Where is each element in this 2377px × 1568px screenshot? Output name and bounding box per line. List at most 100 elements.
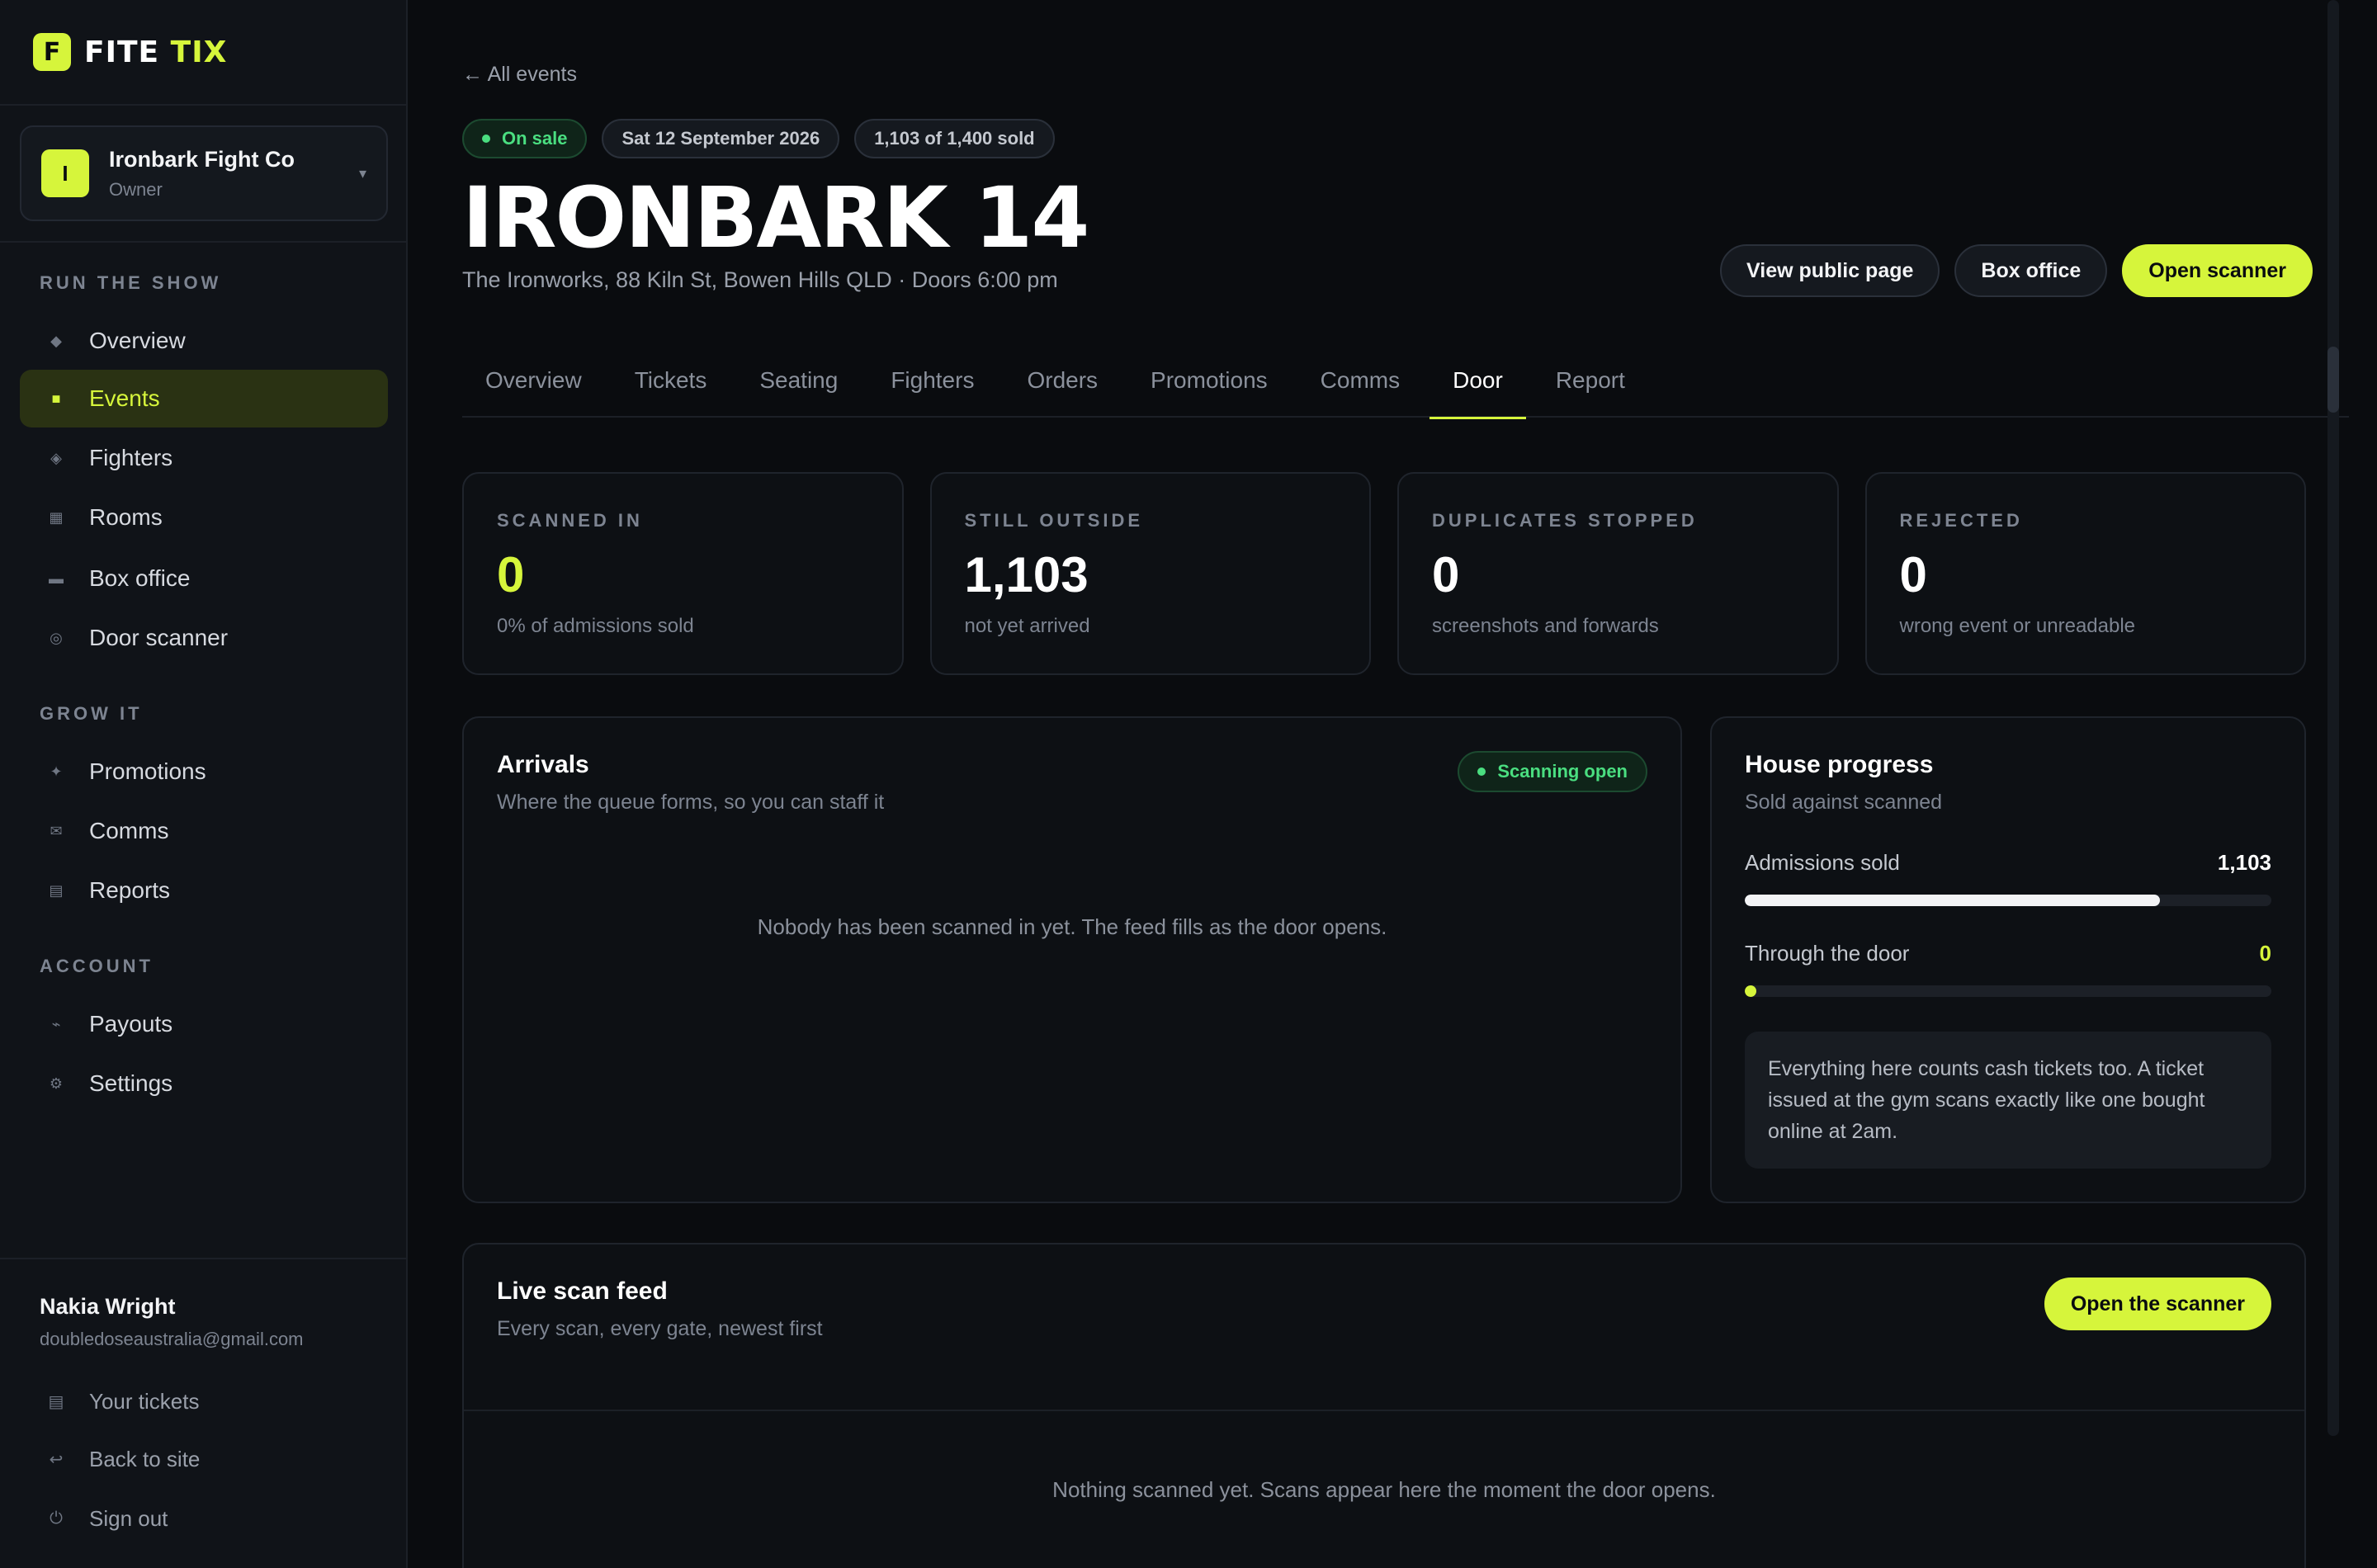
back-to-site-link[interactable]: ↩ Back to site (20, 1434, 388, 1484)
tab-orders[interactable]: Orders (1004, 343, 1121, 418)
sidebar-item-label: Events (89, 385, 160, 411)
admissions-sold-value: 1,103 (2217, 850, 2271, 875)
sidebar-item-reports[interactable]: ▤ Reports (20, 862, 388, 919)
tab-overview[interactable]: Overview (462, 343, 605, 418)
sidebar-item-overview[interactable]: ◆ Overview (20, 312, 388, 370)
sidebar-item-rooms[interactable]: ▦ Rooms (20, 489, 388, 546)
tab-tickets[interactable]: Tickets (612, 343, 730, 418)
card-subtitle: Sold against scanned (1745, 791, 1943, 814)
scrollbar-thumb[interactable] (2327, 347, 2339, 413)
org-name: Ironbark Fight Co (109, 146, 295, 172)
box-office-button[interactable]: Box office (1954, 244, 2108, 297)
sidebar-item-label: Comms (89, 818, 169, 843)
admissions-sold-bar (1745, 895, 2271, 906)
feed-divider (464, 1410, 2304, 1411)
sidebar-divider (0, 1258, 408, 1259)
stat-value: 0 (1432, 547, 1460, 602)
org-switcher[interactable]: I Ironbark Fight Co Owner ▾ (20, 125, 388, 221)
scanner-icon: ◎ (50, 629, 63, 646)
stat-value: 1,103 (964, 547, 1089, 602)
sidebar-item-label: Rooms (89, 504, 163, 530)
tab-comms[interactable]: Comms (1297, 343, 1423, 418)
cash-tickets-note: Everything here counts cash tickets too.… (1745, 1032, 2271, 1169)
sparkle-icon: ✦ (50, 763, 63, 780)
stat-value: 0 (1899, 547, 1927, 602)
back-to-events-link[interactable]: ← All events (462, 63, 577, 87)
through-door-label: Through the door (1745, 941, 1910, 966)
sidebar-item-box-office[interactable]: ▬ Box office (20, 550, 388, 607)
sidebar-item-label: Fighters (89, 445, 173, 470)
ticket-icon: ▤ (48, 1392, 64, 1411)
stat-label: DUPLICATES STOPPED (1432, 510, 1698, 531)
brand-name: FITE TIX (84, 35, 228, 69)
tab-report[interactable]: Report (1533, 343, 1648, 418)
tab-promotions[interactable]: Promotions (1127, 343, 1291, 418)
sidebar-item-settings[interactable]: ⚙ Settings (20, 1055, 388, 1112)
return-icon: ↩ (49, 1450, 64, 1469)
arrivals-empty-message: Nobody has been scanned in yet. The feed… (757, 914, 1387, 939)
status-badge: On sale (462, 119, 588, 158)
tab-seating[interactable]: Seating (736, 343, 861, 418)
sidebar-item-label: Overview (89, 328, 186, 353)
user-email: doubledoseaustralia@gmail.com (40, 1329, 304, 1349)
card-title: Arrivals (497, 751, 589, 778)
sign-out-link[interactable]: ⏻ Sign out (20, 1494, 388, 1543)
rooms-icon: ▦ (49, 508, 64, 526)
your-tickets-link[interactable]: ▤ Your tickets (20, 1377, 388, 1426)
org-role: Owner (109, 178, 163, 200)
stat-sub: not yet arrived (964, 615, 1090, 637)
stat-sub: 0% of admissions sold (497, 615, 694, 637)
open-scanner-button[interactable]: Open scanner (2122, 244, 2313, 297)
stat-duplicates-stopped: DUPLICATES STOPPED 0 screenshots and for… (1397, 472, 1839, 675)
gear-icon: ⚙ (49, 1074, 64, 1092)
open-the-scanner-button[interactable]: Open the scanner (2044, 1278, 2271, 1330)
sidebar-item-comms[interactable]: ✉ Comms (20, 802, 388, 860)
brand-logo[interactable]: F FITE TIX (33, 33, 227, 71)
sidebar-item-events[interactable]: ■ Events (20, 370, 388, 427)
sidebar: F FITE TIX I Ironbark Fight Co Owner ▾ R… (0, 0, 408, 1568)
stat-sub: wrong event or unreadable (1899, 615, 2136, 637)
event-venue: The Ironworks, 88 Kiln St, Bowen Hills Q… (462, 267, 1058, 292)
power-icon: ⏻ (50, 1509, 63, 1528)
through-door-indicator (1745, 985, 1756, 997)
event-tabs: Overview Tickets Seating Fighters Orders… (462, 343, 2349, 419)
admissions-sold-fill (1745, 895, 2160, 906)
tab-door[interactable]: Door (1430, 343, 1526, 419)
nav-section-run: RUN THE SHOW (40, 272, 222, 293)
feed-empty-message: Nothing scanned yet. Scans appear here t… (1052, 1477, 1716, 1502)
sidebar-item-label: Reports (89, 877, 171, 903)
nav-section-account: ACCOUNT (40, 956, 154, 976)
view-public-page-button[interactable]: View public page (1720, 244, 1940, 297)
tab-fighters[interactable]: Fighters (867, 343, 997, 418)
sidebar-item-label: Door scanner (89, 625, 229, 650)
sidebar-divider (0, 104, 408, 106)
mail-icon: ✉ (50, 822, 63, 839)
event-badges: On sale Sat 12 September 2026 1,103 of 1… (462, 119, 1055, 158)
live-scan-feed-card: Live scan feed Every scan, every gate, n… (462, 1243, 2306, 1568)
page-scrollbar[interactable] (2327, 0, 2339, 1436)
sidebar-divider (0, 241, 408, 243)
house-progress-card: House progress Sold against scanned Admi… (1710, 716, 2306, 1203)
sidebar-item-label: Settings (89, 1070, 173, 1096)
main-content: ← All events On sale Sat 12 September 20… (409, 0, 2349, 1568)
sidebar-item-door-scanner[interactable]: ◎ Door scanner (20, 609, 388, 667)
stat-still-outside: STILL OUTSIDE 1,103 not yet arrived (929, 472, 1371, 675)
reports-icon: ▤ (49, 881, 64, 899)
card-subtitle: Every scan, every gate, newest first (497, 1317, 823, 1340)
sold-badge: 1,103 of 1,400 sold (854, 119, 1055, 158)
calendar-icon: ■ (51, 390, 61, 407)
through-door-value: 0 (2259, 941, 2271, 966)
sidebar-item-payouts[interactable]: ⌁ Payouts (20, 995, 388, 1053)
sidebar-item-promotions[interactable]: ✦ Promotions (20, 743, 388, 801)
stat-sub: screenshots and forwards (1432, 615, 1659, 637)
stat-grid: SCANNED IN 0 0% of admissions sold STILL… (462, 472, 2306, 675)
stat-rejected: REJECTED 0 wrong event or unreadable (1864, 472, 2306, 675)
sidebar-item-fighters[interactable]: ◈ Fighters (20, 429, 388, 487)
payouts-icon: ⌁ (51, 1015, 61, 1032)
fighter-icon: ◈ (50, 449, 62, 466)
chevron-down-icon: ▾ (358, 164, 366, 182)
diamond-icon: ◆ (50, 332, 62, 349)
page-title: IRONBARK 14 (462, 169, 1089, 267)
through-door-bar (1745, 985, 2271, 997)
brand-mark-icon: F (33, 33, 71, 71)
